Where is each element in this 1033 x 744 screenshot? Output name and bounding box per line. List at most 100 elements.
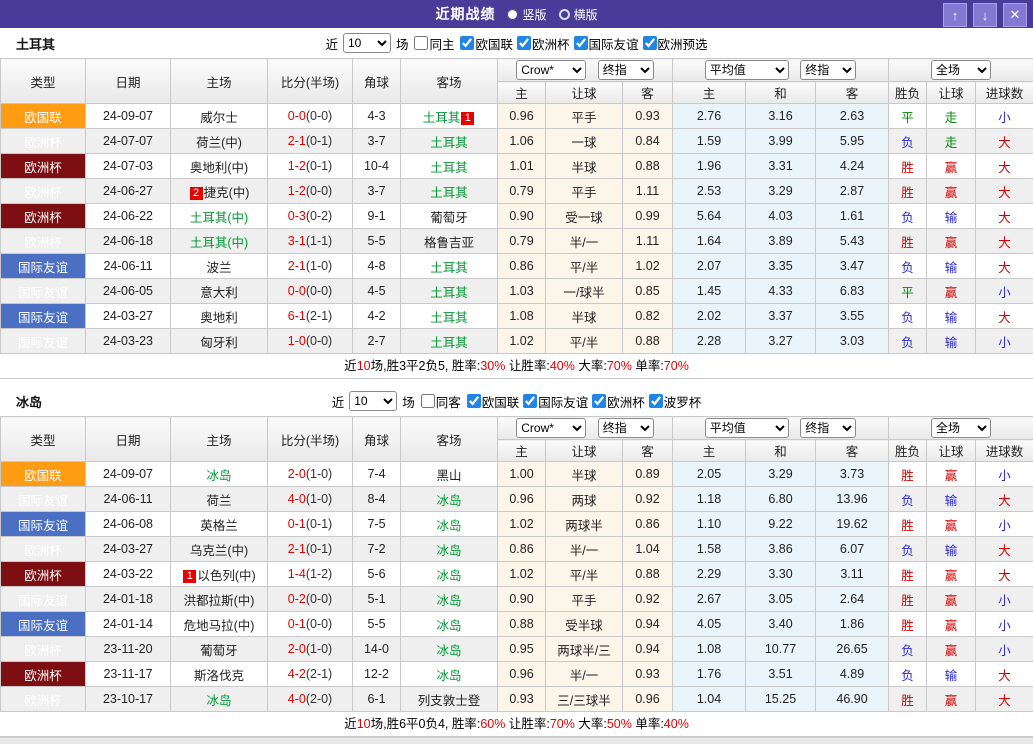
handicap-odds-cell: 1.04 [623,537,673,562]
result-cell: 输 [927,537,976,562]
match-type-cell: 欧洲杯 [1,229,86,254]
league-filter[interactable]: 欧洲杯 [513,34,570,53]
same-venue-filter[interactable]: 同客 [417,392,461,411]
result-cell: 胜 [889,229,927,254]
fulltime-score: 2-0 [288,642,306,656]
league-checkbox[interactable] [460,36,474,50]
score-cell: 3-1(1-1) [268,229,353,254]
radio-selected-icon [507,9,518,20]
match-date-cell: 24-03-23 [86,329,171,354]
league-filter[interactable]: 欧国联 [463,392,520,411]
away-team-cell: 冰岛 [401,562,498,587]
handicap-odds-cell: 两球 [546,487,623,512]
league-filter[interactable]: 波罗杯 [645,392,702,411]
home-team-cell: 乌克兰(中) [171,537,268,562]
radio-horizontal-layout[interactable]: 横版 [559,6,598,23]
handicap-odds-cell: 0.92 [623,587,673,612]
table-header: 类型 日期 主场 比分(半场) 角球 客场 Crow* 终指 平均值 终指 全场… [1,417,1033,462]
league-label: 国际友谊 [589,34,639,53]
europe-odds-cell: 1.76 [673,662,746,687]
recent-count-select[interactable]: 10 [349,391,397,411]
league-filter[interactable]: 欧洲杯 [588,392,645,411]
match-row: 国际友谊24-06-11波兰2-1(1-0)4-8土耳其0.86平/半1.022… [1,254,1033,279]
team-name: 土耳其 [430,136,468,150]
corner-cell: 5-6 [353,562,401,587]
match-row: 欧洲杯23-11-20葡萄牙2-0(1-0)14-0冰岛0.95两球半/三0.9… [1,637,1033,662]
corner-cell: 8-4 [353,487,401,512]
radio-vertical-layout[interactable]: 竖版 [507,6,546,23]
match-row: 欧洲杯24-06-22土耳其(中)0-3(0-2)9-1葡萄牙0.90受一球0.… [1,204,1033,229]
team-name: 土耳其(中) [190,211,248,225]
league-checkbox[interactable] [523,394,537,408]
europe-odds-cell: 5.43 [816,229,889,254]
team-name-label: 土耳其 [16,34,55,53]
final-odds-select[interactable]: 终指 [598,418,654,438]
final-odds-select-2[interactable]: 终指 [800,60,856,80]
handicap-odds-cell: 平/半 [546,329,623,354]
away-team-cell: 冰岛 [401,512,498,537]
fulltime-score: 2-0 [288,467,306,481]
corner-cell: 9-1 [353,204,401,229]
summary-segment: 场,胜3平2负5, 胜率: [371,359,481,373]
team-name: 匈牙利 [200,336,238,350]
same-venue-checkbox[interactable] [421,394,435,408]
score-cell: 2-1(0-1) [268,537,353,562]
summary-segment: 单率: [632,359,664,373]
result-cell: 赢 [927,687,976,712]
league-filter[interactable]: 欧国联 [456,34,513,53]
handicap-odds-cell: 0.82 [623,304,673,329]
final-odds-select[interactable]: 终指 [598,60,654,80]
result-cell: 负 [889,329,927,354]
near-label: 近 [332,392,345,411]
result-cell: 小 [976,512,1033,537]
summary-segment: 让胜率: [505,359,549,373]
col-date: 日期 [86,417,171,462]
full-match-select[interactable]: 全场 [931,418,991,438]
europe-odds-cell: 3.29 [746,462,816,487]
home-team-cell: 冰岛 [171,687,268,712]
league-filter[interactable]: 国际友谊 [519,392,588,411]
bookmaker-select[interactable]: Crow* [516,60,586,80]
window-buttons: ↑ ↓ ✕ [943,3,1027,27]
same-venue-checkbox[interactable] [414,36,428,50]
halftime-score: (1-0) [306,492,332,506]
close-icon: ✕ [1010,7,1021,23]
halftime-score: (0-0) [306,284,332,298]
away-team-cell: 冰岛 [401,537,498,562]
europe-odds-cell: 2.67 [673,587,746,612]
league-checkbox[interactable] [592,394,606,408]
league-checkbox[interactable] [574,36,588,50]
result-cell: 赢 [927,179,976,204]
handicap-odds-cell: 半球 [546,304,623,329]
league-checkbox[interactable] [649,394,663,408]
league-filter[interactable]: 欧洲预选 [639,34,708,53]
recent-count-select[interactable]: 10 [343,33,391,53]
bookmaker-select[interactable]: Crow* [516,418,586,438]
average-odds-select[interactable]: 平均值 [705,60,789,80]
league-filter[interactable]: 国际友谊 [570,34,639,53]
final-odds-select-2[interactable]: 终指 [800,418,856,438]
subcol-result: 胜负 [889,82,927,104]
move-down-button[interactable]: ↓ [973,3,997,27]
home-team-cell: 土耳其(中) [171,229,268,254]
close-button[interactable]: ✕ [1003,3,1027,27]
corner-cell: 4-3 [353,104,401,129]
europe-odds-cell: 3.37 [746,304,816,329]
europe-odds-cell: 3.40 [746,612,816,637]
radio-horizontal-label: 横版 [574,6,598,23]
result-cell: 大 [976,204,1033,229]
league-checkbox[interactable] [517,36,531,50]
europe-odds-cell: 6.07 [816,537,889,562]
corner-cell: 5-5 [353,229,401,254]
summary-segment: 30% [480,359,505,373]
league-checkbox[interactable] [643,36,657,50]
halftime-score: (0-0) [306,617,332,631]
score-cell: 2-0(1-0) [268,462,353,487]
move-up-button[interactable]: ↑ [943,3,967,27]
league-checkbox[interactable] [467,394,481,408]
full-match-select[interactable]: 全场 [931,60,991,80]
match-date-cell: 24-06-08 [86,512,171,537]
average-odds-select[interactable]: 平均值 [705,418,789,438]
handicap-odds-cell: 1.03 [498,279,546,304]
same-venue-filter[interactable]: 同主 [410,34,454,53]
